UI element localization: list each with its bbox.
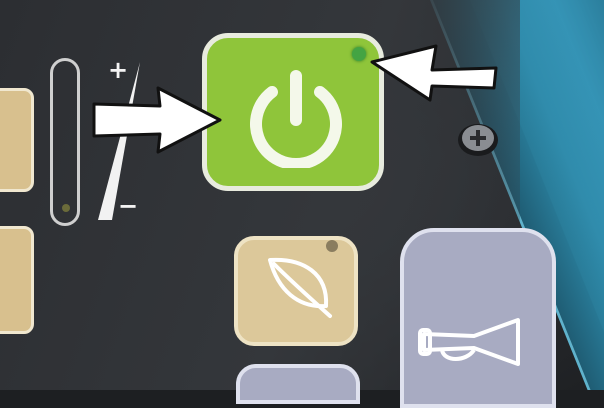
lower-button[interactable] — [236, 364, 360, 404]
level-plus-label: + — [108, 56, 129, 84]
arrow-icon — [92, 86, 222, 154]
eco-led — [326, 240, 338, 252]
leaf-icon — [268, 257, 332, 318]
power-icon — [250, 70, 342, 168]
side-button-upper[interactable] — [0, 88, 34, 192]
screw-icon — [458, 124, 498, 156]
side-button-lower[interactable] — [0, 226, 34, 334]
level-minus-label: − — [118, 192, 139, 220]
level-slider-track[interactable] — [50, 58, 80, 226]
power-led — [352, 47, 366, 61]
arrow-icon — [370, 44, 498, 102]
level-indicator-led — [62, 204, 70, 212]
horn-icon — [418, 318, 520, 366]
